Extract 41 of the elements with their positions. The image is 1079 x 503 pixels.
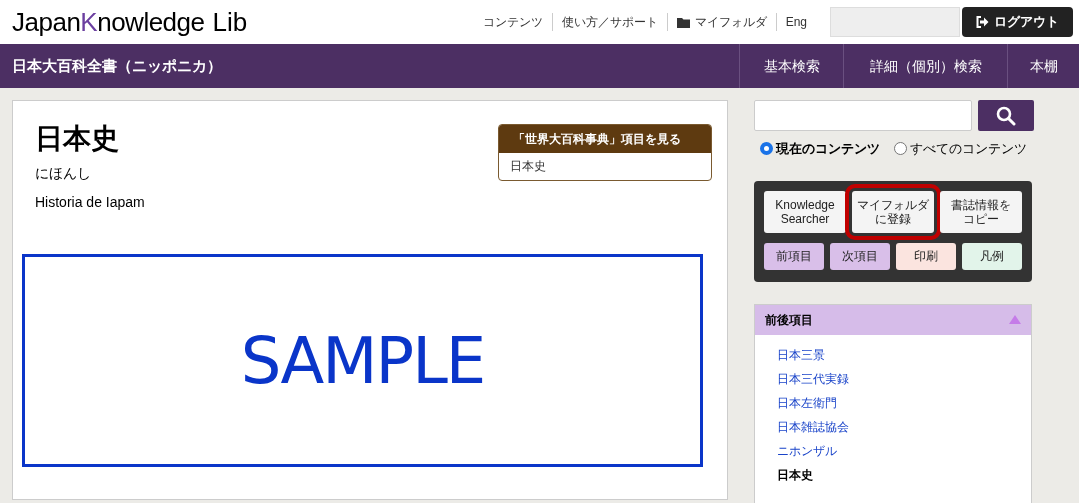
header-link[interactable]: 使い方／サポート: [551, 13, 667, 31]
tool-button[interactable]: Knowledge Searcher: [764, 190, 846, 233]
logo[interactable]: JapanKnowledge: [12, 9, 205, 35]
search-field[interactable]: [754, 100, 972, 131]
nearby-item[interactable]: 日本三景: [777, 345, 1031, 365]
header-link[interactable]: Eng: [775, 13, 816, 31]
sample-overlay: SAMPLE: [22, 254, 703, 467]
nearby-item[interactable]: 日本雑誌協会: [777, 417, 1031, 437]
radio-button[interactable]: [760, 142, 773, 156]
related-link[interactable]: 日本史: [499, 152, 711, 180]
nav-button[interactable]: 次項目: [830, 242, 890, 270]
folder-icon: [676, 16, 690, 28]
search-icon: [995, 105, 1016, 126]
radio-label: 現在のコンテンツ: [776, 140, 880, 158]
nearby-item[interactable]: ニホンザル: [777, 441, 1031, 461]
nav-tab[interactable]: 本棚: [1007, 44, 1079, 88]
header-link[interactable]: マイフォルダ: [666, 13, 776, 31]
nav-tab[interactable]: 詳細（個別）検索: [843, 44, 1007, 88]
nearby-item[interactable]: 日本史: [777, 465, 1031, 485]
nav-tab[interactable]: 基本検索: [739, 44, 843, 88]
tool-button[interactable]: マイフォルダ に登録: [852, 190, 934, 233]
logout-icon: [976, 16, 989, 28]
article-reading: にほんし: [35, 164, 92, 183]
article-foreign-name: Historia de Iapam: [35, 193, 145, 212]
encyclopedia-title: 日本大百科全書（ニッポニカ）: [11, 55, 222, 76]
radio-label: すべてのコンテンツ: [910, 140, 1027, 158]
header-link[interactable]: コンテンツ: [473, 13, 552, 31]
header-field[interactable]: [830, 7, 960, 37]
nav-button[interactable]: 凡例: [962, 242, 1022, 270]
tool-button[interactable]: 書誌情報を コピー: [940, 190, 1022, 233]
logo-suffix: Lib: [212, 9, 248, 35]
article-title: 日本史: [35, 122, 120, 156]
nav-button[interactable]: 前項目: [764, 242, 824, 270]
search-button[interactable]: [977, 100, 1034, 131]
nav-button[interactable]: 印刷: [896, 242, 956, 270]
nearby-item[interactable]: 日本左衛門: [777, 393, 1031, 413]
radio-button[interactable]: [894, 142, 907, 156]
nearby-heading: 前後項目: [765, 311, 813, 329]
related-heading: 「世界大百科事典」項目を見る: [499, 125, 711, 153]
nearby-item[interactable]: 日本三代実録: [777, 369, 1031, 389]
logout-button[interactable]: ログアウト: [962, 7, 1073, 37]
